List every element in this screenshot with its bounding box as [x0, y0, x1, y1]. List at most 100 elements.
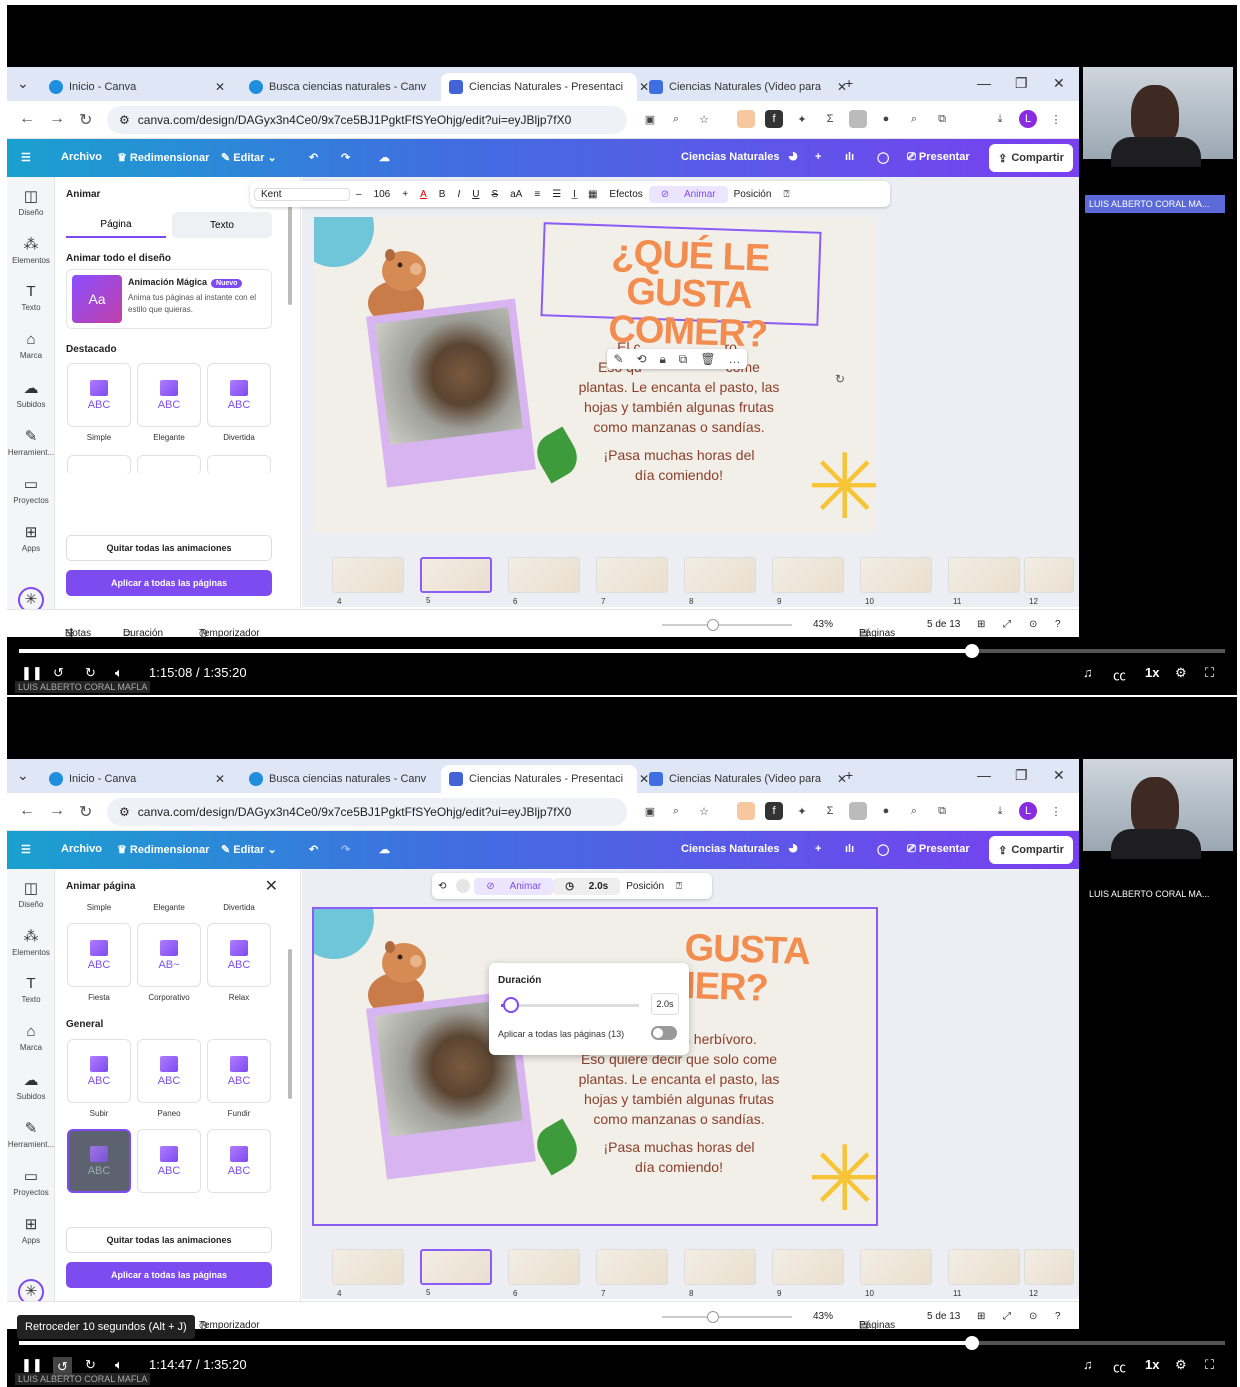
slide-canvas[interactable]: ✳ GUSTACOMER? El capibara es herbívoro. … — [312, 907, 878, 1226]
rail-item-tools[interactable]: ✎ Herramient... — [7, 427, 55, 457]
page-thumbnail[interactable]: 8 — [684, 557, 756, 606]
clipboard-icon[interactable]: ▣ — [641, 110, 659, 128]
animation-card-selected[interactable]: ABC — [67, 1129, 131, 1193]
rail-item-uploads[interactable]: ☁ Subidos — [7, 379, 55, 409]
duplicate-icon[interactable]: ⧉ — [679, 352, 688, 367]
zoom-slider[interactable] — [662, 1316, 792, 1318]
duration-button[interactable]: ◷ 2.0s — [553, 877, 621, 895]
sigma-extension-icon[interactable]: Σ — [821, 110, 839, 128]
list-icon[interactable]: ☰ — [546, 189, 567, 200]
playback-speed[interactable]: 1x — [1145, 665, 1159, 680]
extension-icon[interactable]: ✦ — [793, 802, 811, 820]
rail-item-apps[interactable]: ⊞ Apps — [7, 1215, 55, 1245]
volume-icon[interactable]: 🔈︎ — [115, 1357, 123, 1373]
zoom-level[interactable]: 43% — [813, 619, 833, 630]
captions-icon[interactable]: ㏄ — [1113, 665, 1126, 684]
tab-inicio[interactable]: Inicio - Canva ✕ — [41, 765, 237, 793]
back-icon[interactable]: ← — [19, 802, 35, 820]
new-tab-icon[interactable]: + — [845, 767, 853, 783]
rail-item-text[interactable]: T Texto — [7, 283, 55, 312]
font-size-input[interactable]: 106 — [368, 189, 397, 200]
position-button[interactable]: Posición — [620, 881, 670, 892]
grid-view-icon[interactable]: ⊞ — [977, 1311, 985, 1322]
rail-item-uploads[interactable]: ☁ Subidos — [7, 1071, 55, 1101]
extensions-puzzle-icon[interactable]: ⧉ — [933, 802, 951, 820]
comment-icon[interactable]: ◯ — [877, 843, 889, 856]
grid-view-icon[interactable]: ⊞ — [977, 619, 985, 630]
transparency-icon[interactable]: ▦ — [582, 189, 603, 200]
zoom-icon[interactable]: ⌕ — [667, 110, 685, 128]
duration-slider[interactable] — [501, 997, 639, 1013]
effects-button[interactable]: Efectos — [603, 189, 648, 200]
zoom-slider[interactable] — [662, 624, 792, 626]
rail-item-apps[interactable]: ⊞ Apps — [7, 523, 55, 553]
tab-video[interactable]: Ciencias Naturales (Video para ✕ — [641, 765, 847, 793]
reload-icon[interactable]: ↻ — [79, 802, 92, 822]
italic-icon[interactable]: I — [451, 189, 466, 200]
tab-busca[interactable]: Busca ciencias naturales - Canv✕ — [241, 73, 452, 101]
analytics-icon[interactable]: ılı — [845, 151, 854, 163]
panel-scrollbar[interactable] — [288, 949, 292, 1099]
align-icon[interactable]: ≡ — [528, 189, 546, 200]
profile-avatar[interactable]: L — [1019, 110, 1037, 128]
help-icon[interactable]: ? — [1055, 619, 1061, 630]
page-thumbnail[interactable]: 7 — [596, 557, 668, 606]
animation-card[interactable]: ABC — [137, 1129, 201, 1193]
minimize-icon[interactable]: — — [977, 75, 991, 91]
page-thumbnail[interactable]: 7 — [596, 1249, 668, 1298]
resize-button[interactable]: ♛ Redimensionar — [117, 843, 209, 856]
page-thumbnail[interactable]: 6 — [508, 557, 580, 606]
check-icon[interactable]: ⊙ — [1029, 1311, 1037, 1322]
extensions-puzzle-icon[interactable]: ⧉ — [933, 110, 951, 128]
page-thumbnail[interactable]: 12 — [1024, 557, 1074, 606]
video-progress-knob[interactable] — [964, 1336, 979, 1350]
fullscreen-icon[interactable]: ⤢ — [1003, 619, 1011, 630]
extension-icon[interactable]: ✦ — [793, 110, 811, 128]
analytics-icon[interactable]: ılı — [845, 843, 854, 855]
bookmark-star-icon[interactable]: ☆ — [695, 110, 713, 128]
animate-button[interactable]: ⊘ Animar — [648, 185, 728, 203]
slide-canvas[interactable]: ✳ ¿QUÉ LE GUSTACOMER? El c ro. Eso qu co… — [314, 217, 876, 532]
page-thumbnail[interactable]: 11 — [948, 557, 1020, 606]
duration-value-input[interactable]: 2.0s — [651, 993, 679, 1015]
rotate-icon[interactable]: ⟲ — [636, 352, 646, 366]
extension-icon[interactable]: ● — [877, 802, 895, 820]
remove-animations-button[interactable]: Quitar todas las animaciones — [66, 1227, 272, 1253]
close-window-icon[interactable]: ✕ — [1053, 75, 1065, 92]
animation-fun-card[interactable]: ABC — [207, 363, 271, 427]
comment-icon[interactable]: ◯ — [877, 151, 889, 164]
page-thumbnail[interactable]: 10 — [860, 1249, 932, 1298]
close-window-icon[interactable]: ✕ — [1053, 767, 1065, 784]
magic-animation-card[interactable]: Aa Animación Mágica Nuevo Anima tus págin… — [66, 269, 272, 329]
site-settings-icon[interactable]: ⚙ — [119, 113, 130, 127]
video-progress-knob[interactable] — [964, 644, 979, 658]
restore-icon[interactable]: ❐ — [1015, 767, 1028, 784]
new-tab-icon[interactable]: + — [845, 75, 853, 91]
present-button[interactable]: ⎚ Presentar — [907, 843, 970, 856]
volume-icon[interactable]: 🔈︎ — [115, 665, 123, 681]
extension-icon[interactable] — [737, 110, 755, 128]
bold-icon[interactable]: B — [433, 189, 452, 200]
rail-item-design[interactable]: ◫ Diseño — [7, 879, 55, 909]
animate-button[interactable]: ⊘ Animar — [474, 877, 554, 895]
zoom-level[interactable]: 43% — [813, 1311, 833, 1322]
page-thumbnail[interactable]: 9 — [772, 557, 844, 606]
redo-icon[interactable]: ↷ — [341, 843, 350, 856]
settings-gear-icon[interactable]: ⚙ — [1175, 1357, 1187, 1373]
strikethrough-icon[interactable]: S — [485, 189, 504, 200]
fullscreen-icon[interactable]: ⤢ — [1003, 1311, 1011, 1322]
file-menu[interactable]: Archivo — [61, 151, 102, 163]
animation-relax-card[interactable]: ABC — [207, 923, 271, 987]
add-collaborator-icon[interactable]: + — [815, 843, 821, 855]
font-size-decrease[interactable]: – — [350, 189, 368, 200]
format-painter-icon[interactable]: ⍰ — [670, 881, 688, 892]
animation-rise-card[interactable]: ABC — [67, 1039, 131, 1103]
forward-10-icon[interactable]: ↻ — [85, 665, 96, 681]
sigma-extension-icon[interactable]: Σ — [821, 802, 839, 820]
tab-video[interactable]: Ciencias Naturales (Video para ✕ — [641, 73, 847, 101]
animation-pan-card[interactable]: ABC — [137, 1039, 201, 1103]
case-icon[interactable]: aA — [504, 189, 528, 200]
tab-presentacion[interactable]: Ciencias Naturales - Presentaci ✕ — [441, 73, 649, 101]
apply-all-pages-button[interactable]: Aplicar a todas las páginas — [66, 570, 272, 596]
edit-button[interactable]: ✎ Editar ⌄ — [221, 151, 277, 164]
